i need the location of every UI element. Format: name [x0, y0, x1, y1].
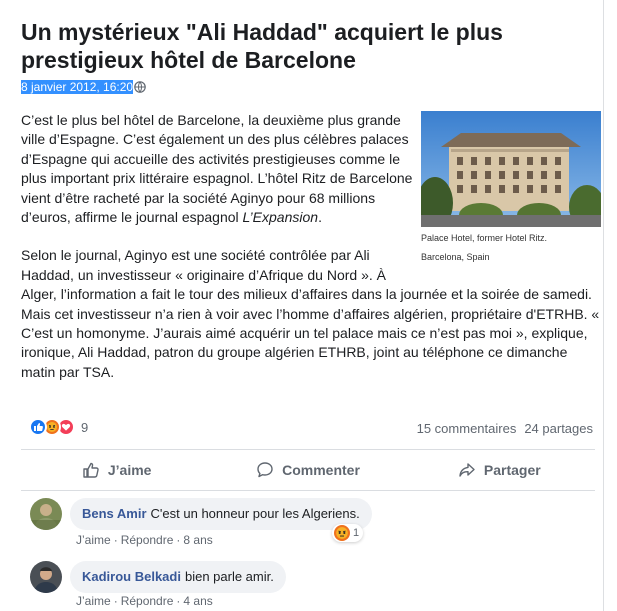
newspaper-name: L’Expansion — [242, 209, 319, 226]
comment-time[interactable]: 4 ans — [183, 594, 212, 608]
comment-item: Kadirou Belkadi bien parle amir. J’aime · R… — [30, 561, 590, 611]
comment-item: Bens Amir C'est un honneur pour les Alger… — [30, 498, 590, 550]
comment-meta: J’aime · Répondre · 4 ans — [76, 594, 213, 608]
reaction-summary[interactable]: 9 — [29, 418, 88, 436]
post-card: Un mystérieux "Ali Haddad" acquiert le p… — [0, 0, 604, 611]
comment-icon — [257, 462, 273, 478]
article-body: Palace Hotel, former Hotel Ritz. Barcelo… — [21, 111, 601, 401]
comment-bubble: Kadirou Belkadi bien parle amir. — [70, 561, 286, 593]
globe-icon — [134, 81, 146, 93]
like-label: J’aime — [107, 462, 152, 478]
comment-author[interactable]: Bens Amir — [82, 506, 147, 521]
photo-caption-line-1: Palace Hotel, former Hotel Ritz. — [421, 233, 548, 243]
comment-like-link[interactable]: J’aime — [76, 594, 111, 608]
avatar[interactable] — [30, 561, 62, 593]
comment-reaction[interactable]: 1 — [332, 524, 364, 542]
comment-button[interactable]: Commenter — [212, 450, 403, 490]
comment-meta: J’aime · Répondre · 8 ans — [76, 533, 213, 547]
like-icon — [29, 418, 47, 436]
photo-caption: Palace Hotel, former Hotel Ritz. Barcelo… — [421, 229, 601, 267]
post-date-text[interactable]: 8 janvier 2012, 16:20 — [21, 80, 134, 94]
paragraph-1-end: . — [318, 209, 322, 226]
post-date[interactable]: 8 janvier 2012, 16:20 — [21, 80, 146, 94]
share-button[interactable]: Partager — [404, 450, 595, 490]
comment-reaction-count: 1 — [353, 527, 360, 539]
comment-reply-link[interactable]: Répondre — [121, 533, 174, 547]
paragraph-1-text: C’est le plus bel hôtel de Barcelone, la… — [21, 112, 413, 226]
comment-label: Commenter — [282, 462, 360, 478]
separator: · — [176, 594, 181, 608]
engagement-counts: 15 commentaires 24 partages — [417, 421, 593, 436]
post-actions: J’aime Commenter Partager — [21, 449, 595, 491]
comments-count[interactable]: 15 commentaires — [417, 421, 517, 436]
article-photo[interactable]: Palace Hotel, former Hotel Ritz. Barcelo… — [421, 111, 601, 267]
comment-bubble: Bens Amir C'est un honneur pour les Alger… — [70, 498, 372, 530]
comment-text: C'est un honneur pour les Algeriens. — [150, 506, 360, 521]
like-button[interactable]: J’aime — [21, 450, 212, 490]
hotel-photo-image — [421, 111, 601, 227]
separator: · — [113, 594, 118, 608]
angry-icon — [334, 525, 350, 541]
post-stats: 9 15 commentaires 24 partages — [29, 418, 595, 440]
thumbs-up-icon — [83, 462, 99, 478]
avatar[interactable] — [30, 498, 62, 530]
separator: · — [113, 533, 118, 547]
share-label: Partager — [483, 462, 541, 478]
share-icon — [459, 463, 475, 477]
shares-count[interactable]: 24 partages — [524, 421, 593, 436]
comment-like-link[interactable]: J’aime — [76, 533, 111, 547]
reaction-count: 9 — [81, 419, 89, 435]
separator: · — [176, 533, 181, 547]
article-title: Un mystérieux "Ali Haddad" acquiert le p… — [21, 19, 503, 73]
comment-text: bien parle amir. — [184, 569, 274, 584]
comment-time[interactable]: 8 ans — [183, 533, 212, 547]
photo-caption-line-2: Barcelona, Spain — [421, 252, 490, 262]
comment-author[interactable]: Kadirou Belkadi — [82, 569, 181, 584]
comment-reply-link[interactable]: Répondre — [121, 594, 174, 608]
